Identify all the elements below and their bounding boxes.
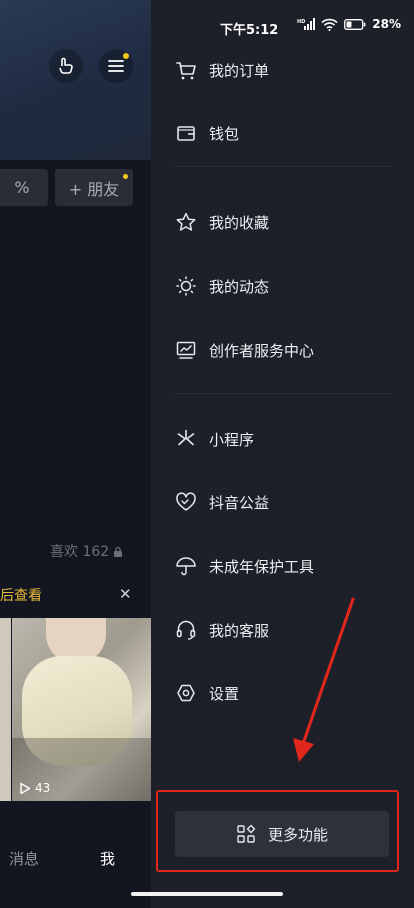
menu-item-mini-programs[interactable]: 小程序 (175, 419, 414, 459)
close-icon[interactable]: ✕ (119, 585, 132, 603)
menu-item-label: 钱包 (209, 124, 240, 143)
nav-me[interactable]: 我 (100, 848, 115, 869)
notification-dot (123, 174, 128, 179)
side-drawer: 下午5:12 HD 28% 我的订单 钱包 我的收藏 我的动态 创作者服务中心 … (131, 0, 414, 908)
lock-icon (114, 546, 123, 557)
signal-icon: HD (297, 18, 316, 30)
notice-text: 后查看 (0, 588, 42, 604)
more-functions-button[interactable]: 更多功能 (175, 811, 389, 857)
likes-count[interactable]: 喜欢 162 (50, 541, 123, 561)
menu-item-label: 设置 (209, 684, 240, 703)
creator-chart-icon (176, 341, 196, 359)
video-thumbnail[interactable]: 43 (12, 618, 151, 801)
notification-dot (123, 53, 129, 59)
partial-button-label: % (14, 178, 30, 197)
play-count: 43 (19, 781, 50, 795)
battery-percent: 28% (372, 17, 401, 31)
notice-banner: 后查看 ✕ (0, 585, 151, 605)
profile-header-banner (0, 0, 151, 160)
menu-item-label: 我的客服 (209, 621, 270, 640)
network-label: HD (297, 19, 305, 25)
gesture-button[interactable] (49, 49, 83, 83)
menu-item-label: 未成年保护工具 (209, 557, 315, 576)
headset-icon (176, 620, 196, 640)
hamburger-menu-icon (108, 60, 124, 72)
menu-item-wallet[interactable]: 钱包 (175, 113, 414, 153)
menu-button[interactable] (99, 49, 133, 83)
video-thumbnail[interactable] (0, 618, 11, 801)
menu-item-creator-center[interactable]: 创作者服务中心 (175, 330, 414, 370)
play-count-value: 43 (35, 781, 51, 795)
menu-item-minor-protection[interactable]: 未成年保护工具 (175, 546, 414, 586)
menu-item-label: 小程序 (209, 430, 255, 449)
bottom-navigation: 消息 我 (0, 835, 151, 881)
status-icons: HD 28% (297, 17, 401, 31)
add-friend-button[interactable]: + 朋友 (55, 169, 133, 206)
menu-item-label: 我的动态 (209, 277, 270, 296)
menu-item-favorites[interactable]: 我的收藏 (175, 202, 414, 242)
menu-item-label: 我的收藏 (209, 213, 270, 232)
home-indicator[interactable] (131, 892, 283, 896)
hand-pointer-icon (59, 57, 73, 74)
heart-charity-icon (176, 492, 196, 511)
partial-button[interactable]: % (0, 169, 48, 206)
menu-item-orders[interactable]: 我的订单 (175, 50, 414, 90)
menu-item-customer-service[interactable]: 我的客服 (175, 610, 414, 650)
menu-item-settings[interactable]: 设置 (175, 673, 414, 713)
cart-icon (176, 62, 196, 80)
wifi-icon (321, 18, 338, 31)
wallet-icon (177, 126, 195, 141)
grid-apps-icon (237, 824, 256, 843)
divider (175, 166, 390, 167)
add-friend-label: + 朋友 (68, 179, 120, 199)
menu-item-activity[interactable]: 我的动态 (175, 266, 414, 306)
umbrella-icon (176, 557, 196, 576)
battery-icon (344, 18, 366, 30)
menu-item-label: 我的订单 (209, 61, 270, 80)
status-time: 下午5:12 (220, 23, 279, 38)
play-icon (20, 782, 31, 794)
menu-item-label: 抖音公益 (209, 493, 270, 512)
menu-item-charity[interactable]: 抖音公益 (175, 482, 414, 522)
background-profile-page: % + 朋友 喜欢 162 后查看 ✕ 43 消息 我 (0, 0, 151, 908)
mini-program-icon (177, 429, 195, 446)
nav-messages[interactable]: 消息 (9, 848, 39, 869)
star-icon (176, 212, 196, 231)
settings-hex-icon (177, 684, 195, 702)
more-functions-label: 更多功能 (267, 825, 328, 844)
menu-item-label: 创作者服务中心 (209, 341, 315, 360)
sun-icon (176, 276, 196, 296)
likes-label: 喜欢 162 (50, 544, 110, 560)
divider (175, 393, 390, 394)
